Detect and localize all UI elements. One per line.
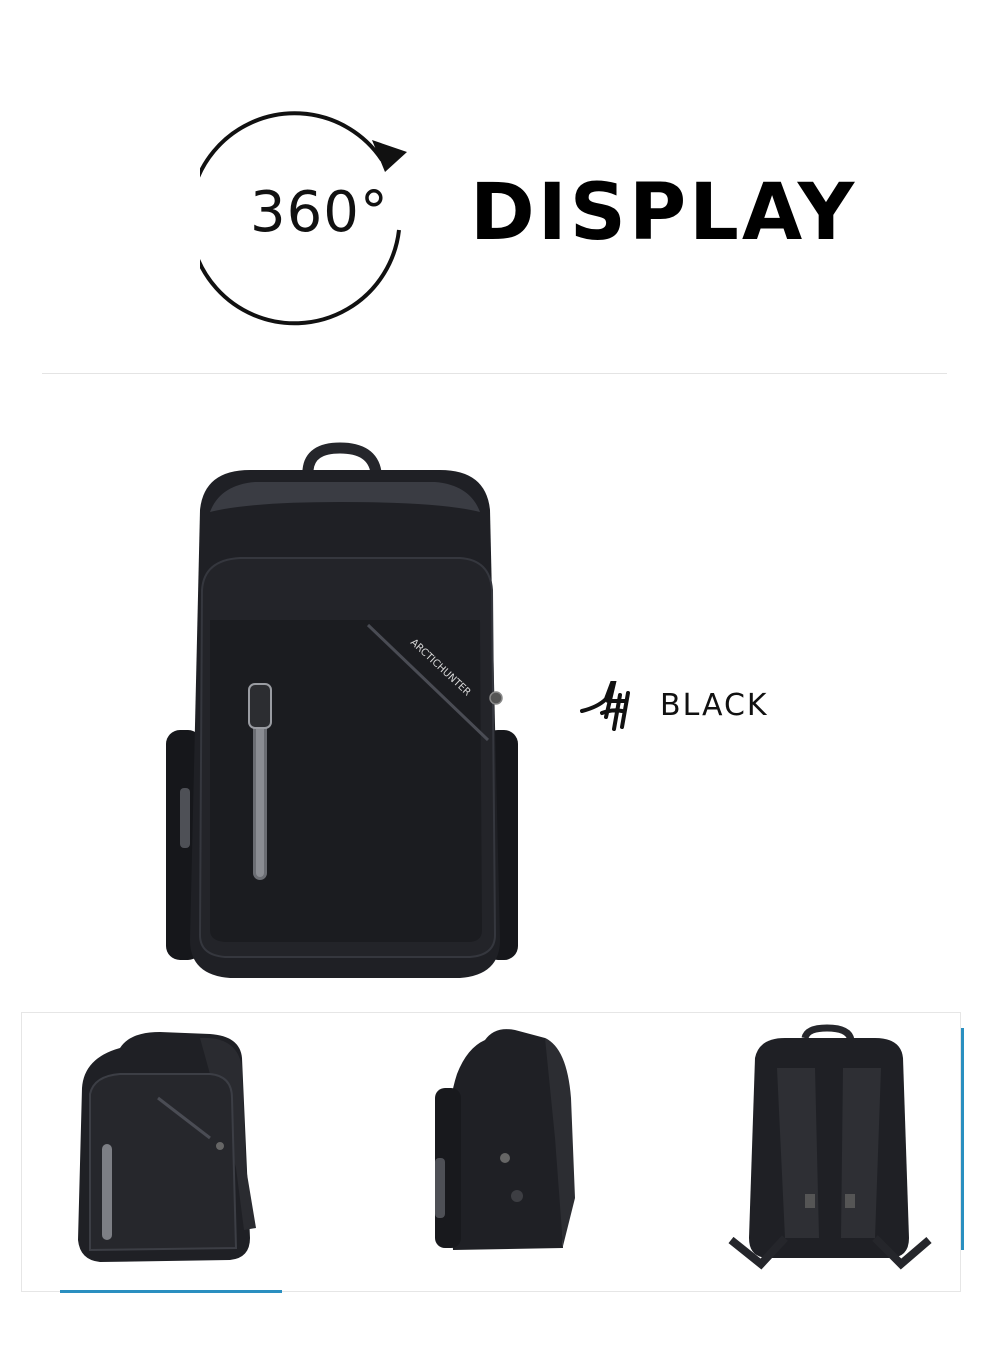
divider <box>42 373 947 374</box>
color-name: BLACK <box>660 687 769 723</box>
color-tag: BLACK <box>578 675 769 735</box>
rotation-label: 360° <box>250 180 389 245</box>
backpack-front-image: ARCTICHUNTER <box>166 442 518 978</box>
selected-thumbnail-indicator <box>60 1290 282 1293</box>
thumbnail-side[interactable] <box>395 1018 625 1278</box>
thumbnail-back[interactable] <box>715 1018 945 1278</box>
page-title: DISPLAY <box>470 168 858 258</box>
brand-logo-icon <box>580 681 630 731</box>
scroll-accent <box>961 1028 964 1250</box>
header: 360° DISPLAY <box>0 0 1000 370</box>
thumbnail-front-angle[interactable] <box>60 1018 290 1278</box>
